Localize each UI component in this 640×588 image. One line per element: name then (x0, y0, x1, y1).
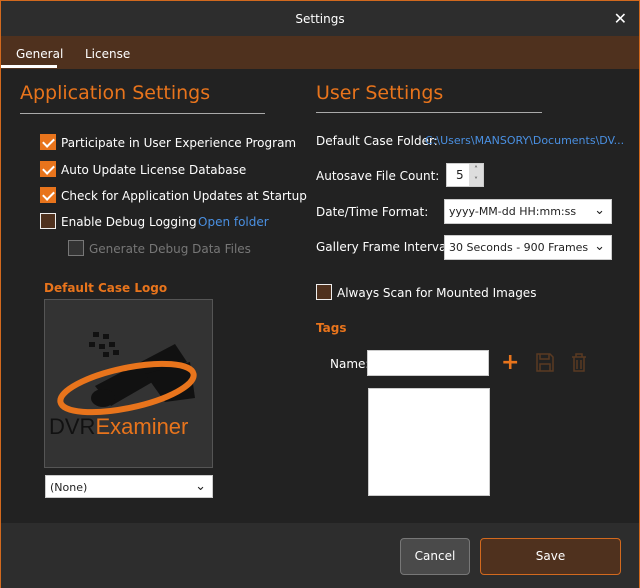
always-scan-checkbox[interactable] (316, 284, 332, 300)
participate-checkbox[interactable] (40, 134, 56, 150)
gallery-label: Gallery Frame Interval: (316, 240, 454, 254)
delete-tag-icon[interactable] (571, 353, 587, 372)
debug-logging-checkbox[interactable] (40, 213, 56, 229)
cancel-button[interactable]: Cancel (400, 538, 470, 575)
tags-heading: Tags (316, 321, 347, 335)
active-tab-indicator (1, 65, 57, 68)
check-updates-checkbox[interactable] (40, 187, 56, 203)
tag-name-input[interactable] (367, 350, 489, 376)
open-folder-link[interactable]: Open folder (198, 215, 269, 229)
datetime-format-value: yyyy-MM-dd HH:mm:ss (449, 205, 577, 218)
debug-data-files-checkbox[interactable] (68, 240, 84, 256)
case-folder-link[interactable]: C:\Users\MANSORY\Documents\DV... (425, 134, 624, 147)
camera-logo-icon (57, 332, 197, 416)
logo-text-dvr: DVR (49, 414, 96, 439)
dialog-title: Settings (295, 12, 345, 26)
case-logo-select[interactable]: (None) ⌄ (45, 475, 213, 498)
save-tag-icon[interactable] (536, 353, 554, 372)
settings-dialog: Settings ✕ General License Application S… (0, 0, 640, 588)
gallery-interval-select[interactable]: 30 Seconds - 900 Frames ⌄ (444, 235, 612, 260)
gallery-interval-value: 30 Seconds - 900 Frames (449, 241, 589, 254)
default-case-logo-heading: Default Case Logo (44, 281, 168, 295)
user-settings-heading: User Settings (316, 82, 444, 104)
tag-name-label: Name: (330, 357, 370, 371)
close-icon[interactable]: ✕ (614, 9, 627, 28)
case-folder-label: Default Case Folder: (316, 134, 438, 148)
chevron-down-icon: ⌄ (594, 203, 605, 218)
divider (20, 113, 265, 114)
autosave-value: 5 (456, 168, 464, 182)
tags-list[interactable] (368, 388, 490, 496)
always-scan-label: Always Scan for Mounted Images (337, 286, 537, 300)
tab-license[interactable]: License (85, 47, 130, 61)
logo-text-examiner: Examiner (95, 414, 189, 439)
dvr-examiner-logo: DVRExaminer (49, 414, 188, 440)
increment-icon[interactable]: ˄ (469, 164, 483, 175)
debug-logging-label: Enable Debug Logging (61, 215, 197, 229)
auto-update-label: Auto Update License Database (61, 163, 247, 177)
datetime-format-select[interactable]: yyyy-MM-dd HH:mm:ss ⌄ (444, 199, 612, 224)
divider (316, 112, 542, 113)
application-settings-heading: Application Settings (20, 82, 211, 104)
auto-update-checkbox[interactable] (40, 161, 56, 177)
add-tag-icon[interactable]: + (501, 350, 519, 375)
autosave-stepper[interactable]: 5 ˄ ˅ (446, 163, 484, 187)
check-updates-label: Check for Application Updates at Startup (61, 189, 307, 203)
case-logo-select-value: (None) (50, 481, 88, 494)
participate-label: Participate in User Experience Program (61, 136, 297, 150)
debug-data-files-label: Generate Debug Data Files (89, 242, 251, 256)
autosave-label: Autosave File Count: (316, 169, 440, 183)
save-button[interactable]: Save (480, 538, 621, 575)
chevron-down-icon: ⌄ (195, 479, 206, 494)
chevron-down-icon: ⌄ (594, 239, 605, 254)
case-logo-preview: DVRExaminer (44, 299, 213, 468)
datetime-label: Date/Time Format: (316, 205, 429, 219)
decrement-icon[interactable]: ˅ (469, 175, 483, 186)
tab-general[interactable]: General (16, 47, 63, 61)
